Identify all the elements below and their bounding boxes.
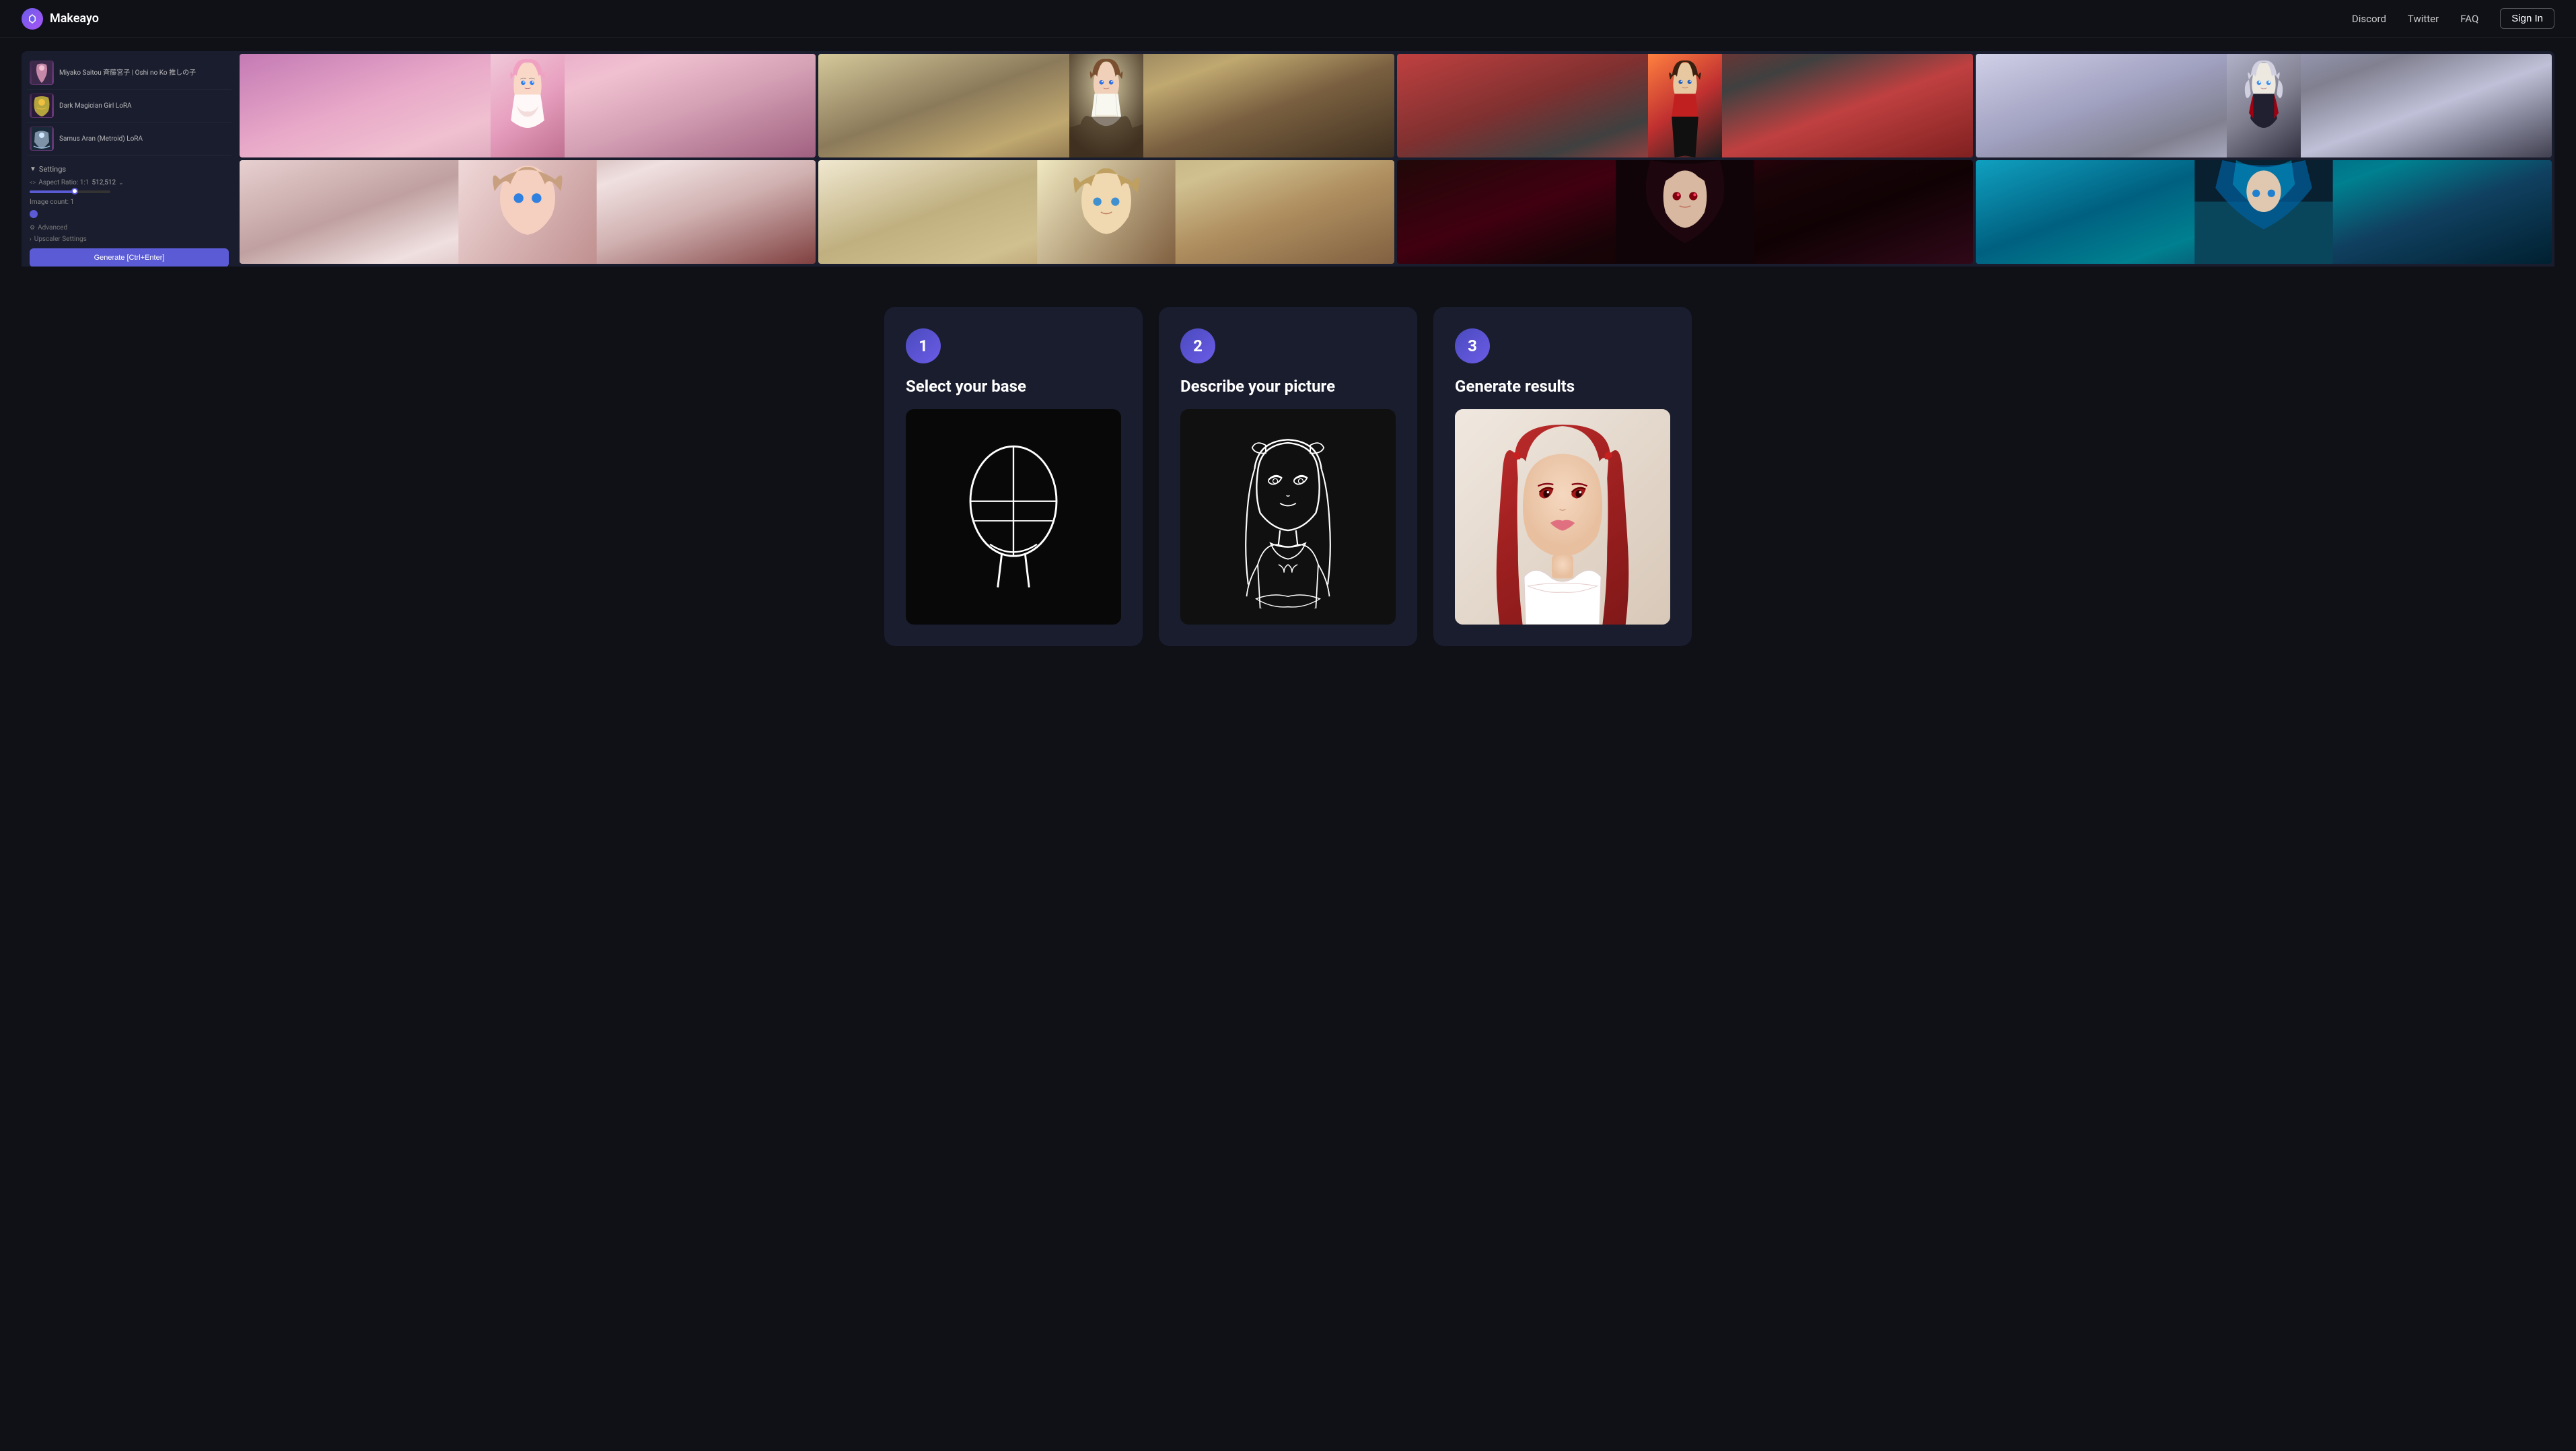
settings-section: ▼ Settings <> Aspect Ratio: 1:1 512,512 …	[27, 161, 231, 267]
step-badge-1: 1	[906, 328, 941, 363]
list-item[interactable]: Samus Aran (Metroid) LoRA	[27, 122, 231, 155]
header: Makeayo Discord Twitter FAQ Sign In	[0, 0, 2576, 38]
lora-name-3: Samus Aran (Metroid) LoRA	[59, 135, 143, 143]
logo-icon	[22, 8, 43, 30]
list-item[interactable]: Miyako Saitou 斉藤宮子 | Oshi no Ko 推しの子	[27, 57, 231, 90]
step-card-1: 1 Select your base	[884, 307, 1143, 646]
grid-image-6[interactable]	[818, 160, 1394, 264]
logo-text: Makeayo	[50, 11, 99, 26]
nav-twitter[interactable]: Twitter	[2408, 13, 2439, 25]
step-title-2: Describe your picture	[1180, 377, 1396, 396]
step-image-3	[1455, 409, 1670, 625]
grid-image-4[interactable]	[1976, 54, 2552, 157]
how-it-works-section: 1 Select your base	[0, 267, 2576, 686]
nav: Discord Twitter FAQ Sign In	[2352, 8, 2554, 29]
step-image-1	[906, 409, 1121, 625]
app-preview: Miyako Saitou 斉藤宮子 | Oshi no Ko 推しの子 Dar…	[0, 38, 2576, 267]
lora-thumb-3	[30, 127, 54, 151]
lora-name-1: Miyako Saitou 斉藤宮子 | Oshi no Ko 推しの子	[59, 69, 196, 77]
settings-title: ▼ Settings	[30, 165, 229, 174]
main: Miyako Saitou 斉藤宮子 | Oshi no Ko 推しの子 Dar…	[0, 0, 2576, 686]
nav-faq[interactable]: FAQ	[2460, 13, 2478, 25]
sidebar-panel: Miyako Saitou 斉藤宮子 | Oshi no Ko 推しの子 Dar…	[22, 51, 237, 267]
lora-thumb-1	[30, 61, 54, 85]
list-item[interactable]: Dark Magician Girl LoRA	[27, 90, 231, 122]
grid-image-3[interactable]	[1397, 54, 1973, 157]
grid-image-8[interactable]	[1976, 160, 2552, 264]
advanced-link[interactable]: ⚙ Advanced	[30, 224, 229, 232]
grid-image-1[interactable]	[240, 54, 816, 157]
lora-thumb-2	[30, 94, 54, 118]
aspect-ratio-slider[interactable]	[30, 190, 110, 193]
step-title-1: Select your base	[906, 377, 1121, 396]
logo-area: Makeayo	[22, 8, 99, 30]
image-count-row: Image count: 1	[30, 199, 229, 206]
nav-discord[interactable]: Discord	[2352, 13, 2386, 25]
sign-in-button[interactable]: Sign In	[2500, 8, 2554, 29]
step-badge-3: 3	[1455, 328, 1490, 363]
step-badge-2: 2	[1180, 328, 1215, 363]
steps-container: 1 Select your base	[884, 307, 1692, 646]
lora-name-2: Dark Magician Girl LoRA	[59, 102, 132, 110]
step-card-2: 2 Describe your picture	[1159, 307, 1417, 646]
aspect-ratio-row: <> Aspect Ratio: 1:1 512,512 ⌄	[30, 179, 229, 186]
grid-image-7[interactable]	[1397, 160, 1973, 264]
step-image-2	[1180, 409, 1396, 625]
image-grid	[237, 51, 2554, 267]
upscaler-link[interactable]: › Upscaler Settings	[30, 236, 229, 243]
grid-image-5[interactable]	[240, 160, 816, 264]
count-dot[interactable]	[30, 210, 38, 218]
grid-image-2[interactable]	[818, 54, 1394, 157]
step-title-3: Generate results	[1455, 377, 1670, 396]
step-card-3: 3 Generate results	[1433, 307, 1692, 646]
generate-button[interactable]: Generate [Ctrl+Enter]	[30, 248, 229, 267]
